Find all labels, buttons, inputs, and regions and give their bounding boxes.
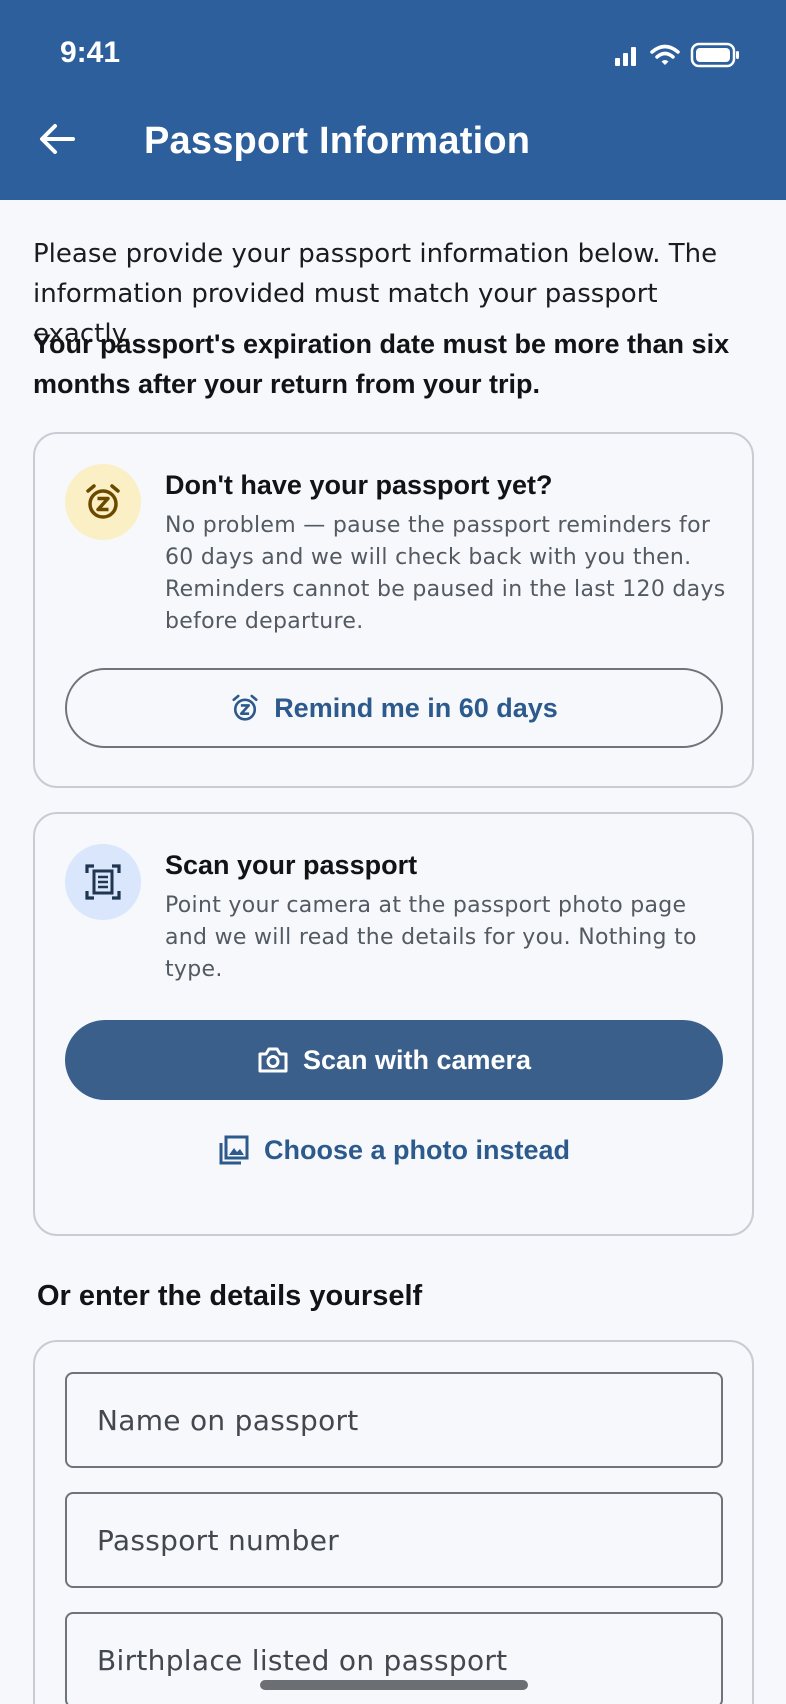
app-bar: 9:41 Passport Information bbox=[0, 0, 786, 200]
alarm-snooze-icon bbox=[232, 694, 258, 721]
alarm-snooze-icon bbox=[86, 484, 120, 519]
page-title: Passport Information bbox=[144, 120, 531, 162]
scan-passport-card: Scan your passport Point your camera at … bbox=[33, 812, 754, 1236]
birthplace-input[interactable] bbox=[97, 1643, 691, 1677]
back-button[interactable] bbox=[34, 116, 80, 162]
remind-me-button[interactable]: Remind me in 60 days bbox=[65, 668, 723, 748]
name-on-passport-input[interactable] bbox=[97, 1403, 691, 1437]
name-on-passport-field[interactable] bbox=[65, 1372, 723, 1468]
remind-me-label: Remind me in 60 days bbox=[274, 692, 558, 723]
expiration-warning: Your passport's expiration date must be … bbox=[33, 329, 730, 399]
status-time: 9:41 bbox=[60, 36, 121, 69]
passport-information-screen: 9:41 Passport Information Please provide… bbox=[0, 0, 786, 1704]
passport-number-field[interactable] bbox=[65, 1492, 723, 1588]
camera-icon bbox=[258, 1047, 288, 1073]
document-scan-icon bbox=[85, 864, 121, 900]
scan-card-body: Point your camera at the passport photo … bbox=[165, 893, 697, 982]
battery-icon bbox=[690, 42, 739, 68]
status-icons bbox=[614, 42, 740, 68]
scan-badge bbox=[65, 844, 141, 920]
reminder-card-body: No problem — pause the passport reminder… bbox=[165, 513, 726, 634]
passport-number-input[interactable] bbox=[97, 1523, 691, 1557]
scan-card-title: Scan your passport bbox=[165, 850, 418, 880]
reminder-card-title: Don't have your passport yet? bbox=[165, 470, 553, 500]
photo-library-icon bbox=[219, 1135, 249, 1165]
home-indicator[interactable] bbox=[260, 1680, 528, 1690]
manual-entry-heading: Or enter the details yourself bbox=[37, 1280, 423, 1312]
manual-entry-card bbox=[33, 1340, 754, 1704]
choose-photo-label: Choose a photo instead bbox=[263, 1134, 571, 1165]
signal-icon bbox=[615, 47, 636, 66]
choose-photo-button[interactable]: Choose a photo instead bbox=[65, 1120, 723, 1180]
wifi-icon bbox=[650, 44, 680, 65]
scan-with-camera-button[interactable]: Scan with camera bbox=[65, 1020, 723, 1100]
alarm-badge bbox=[65, 464, 141, 540]
birthplace-field[interactable] bbox=[65, 1612, 723, 1704]
passport-reminder-card: Don't have your passport yet? No problem… bbox=[33, 432, 754, 788]
arrow-left-icon bbox=[40, 124, 75, 154]
scan-with-camera-label: Scan with camera bbox=[302, 1044, 532, 1075]
